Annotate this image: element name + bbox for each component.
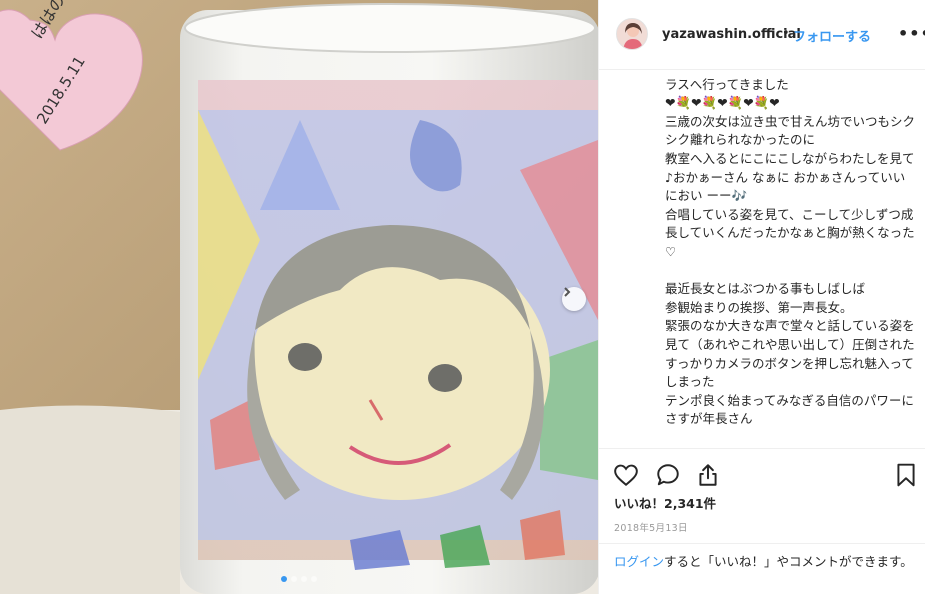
- caption-line: テンポ良く始まってみなぎる自信のパワーにさすが年長さん: [665, 392, 914, 427]
- carousel-dot: [291, 576, 297, 582]
- caption-text: ラスへ行ってきました ❤💐❤💐❤💐❤💐❤ 三歳の次女は泣き虫で甘えん坊でいつもシクシ…: [665, 70, 915, 429]
- header-separator: •: [782, 26, 790, 41]
- share-button[interactable]: [695, 462, 721, 488]
- caption-line: 緊張のなか大きな声で堂々と話している姿を見て（あれやこれや思い出して）圧倒された: [665, 318, 915, 352]
- bookmark-icon: [897, 463, 915, 487]
- comment-bubble-icon: [657, 464, 679, 486]
- likes-count[interactable]: いいね！2,341件: [614, 493, 716, 512]
- carousel-indicator: [0, 576, 598, 582]
- caption-line: ❤💐❤💐❤💐❤💐❤: [665, 95, 780, 111]
- like-button[interactable]: [613, 462, 639, 488]
- post-date[interactable]: 2018年5月13日: [614, 520, 688, 534]
- caption-line: ラスへ行ってきました: [665, 76, 789, 92]
- comment-button[interactable]: [655, 462, 681, 488]
- caption-line: 最近長女とはぶつかる事もしばしば: [665, 281, 866, 297]
- login-link[interactable]: ログイン: [614, 554, 664, 569]
- chevron-right-icon: [564, 287, 571, 297]
- avatar[interactable]: [616, 18, 648, 50]
- share-upload-icon: [699, 464, 717, 486]
- follow-button[interactable]: フォローする: [793, 26, 871, 45]
- save-button[interactable]: [893, 462, 919, 488]
- login-prompt-text: すると「いいね！」やコメントができます。: [664, 554, 913, 569]
- instagram-post: ははのひによせて 2018.5.11: [0, 0, 925, 594]
- caption-line: [665, 262, 915, 281]
- username-link[interactable]: yazawashin.official: [662, 27, 801, 42]
- heart-outline-icon: [614, 464, 638, 487]
- caption-line: ♪おかぁーさん なぁに おかぁさんっていいにおい ーー🎶: [665, 169, 906, 204]
- mug-photo-illustration: ははのひによせて 2018.5.11: [0, 0, 598, 594]
- carousel-dot: [301, 576, 307, 582]
- caption-line: 参観始まりの挨拶、第一声長女。: [665, 299, 853, 315]
- carousel-dot: [311, 576, 317, 582]
- carousel-dot: [281, 576, 287, 582]
- caption-line: 教室へ入るとにこにこしながらわたしを見て: [665, 150, 915, 166]
- caption-scroll-area[interactable]: ラスへ行ってきました ❤💐❤💐❤💐❤💐❤ 三歳の次女は泣き虫で甘えん坊でいつもシクシ…: [599, 70, 925, 448]
- more-options-button[interactable]: •••: [898, 24, 925, 43]
- post-photo[interactable]: ははのひによせて 2018.5.11: [0, 0, 598, 594]
- post-header: yazawashin.official • フォローする •••: [599, 0, 925, 70]
- login-prompt: ログインすると「いいね！」やコメントができます。: [614, 553, 914, 571]
- caption-line: 合唱している姿を見て、こーして少しずつ成長していくんだったかなぁと胸が熱くなった…: [665, 206, 915, 259]
- caption-line: 三歳の次女は泣き虫で甘えん坊でいつもシクシク離れられなかったのに: [665, 113, 916, 148]
- next-slide-button[interactable]: [562, 287, 586, 311]
- avatar-photo: [617, 19, 647, 49]
- caption-line: すっかりカメラのボタンを押し忘れ魅入ってしまった: [665, 355, 914, 390]
